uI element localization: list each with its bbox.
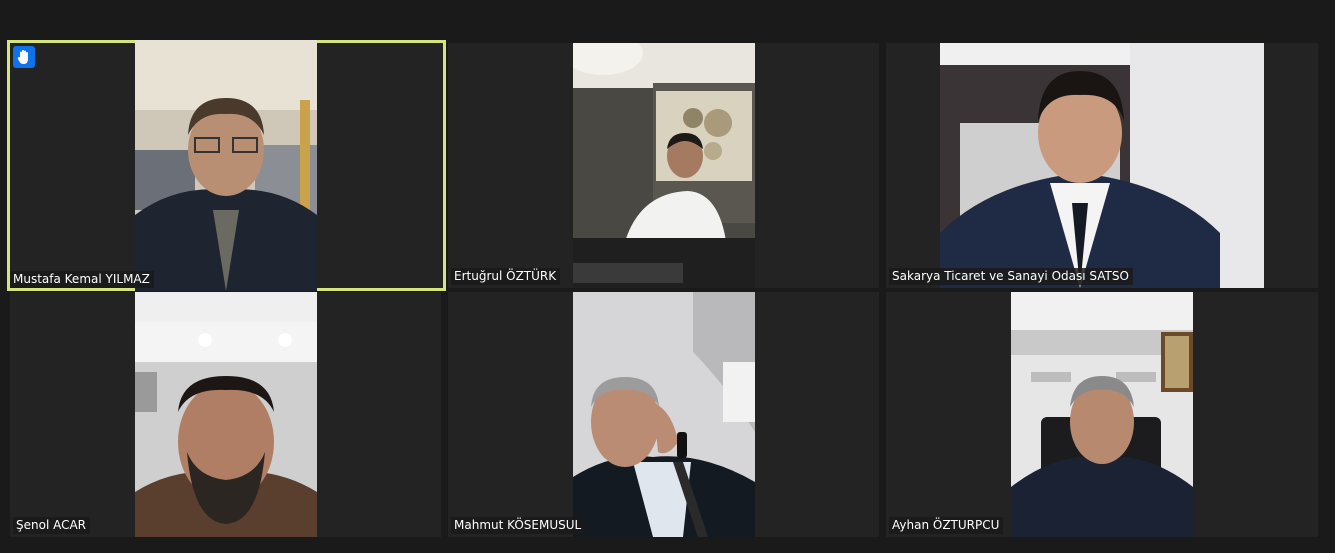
participant-tile-ayhan-ozturpcu[interactable]: Ayhan ÖZTURPCU <box>886 292 1318 537</box>
participant-tile-mustafa-kemal-yilmaz[interactable]: Mustafa Kemal YILMAZ <box>7 40 446 291</box>
participant-video <box>135 40 317 291</box>
video-gallery: Mustafa Kemal YILMAZ Ertuğrul ÖZTÜRK Sak… <box>0 0 1335 553</box>
participant-video <box>940 43 1264 288</box>
participant-name-label: Mahmut KÖSEMUSUL <box>451 517 586 534</box>
participant-tile-satso[interactable]: Sakarya Ticaret ve Sanayi Odası SATSO <box>886 43 1318 288</box>
participant-video <box>573 43 755 288</box>
participant-tile-ertugrul-ozturk[interactable]: Ertuğrul ÖZTÜRK <box>448 43 879 288</box>
participant-tile-senol-acar[interactable]: Şenol ACAR <box>10 292 441 537</box>
participant-name-label: Ayhan ÖZTURPCU <box>889 517 1004 534</box>
participant-name-label: Sakarya Ticaret ve Sanayi Odası SATSO <box>889 268 1133 285</box>
participant-video <box>135 292 317 537</box>
participant-name-label: Şenol ACAR <box>13 517 91 534</box>
participant-name-label: Ertuğrul ÖZTÜRK <box>451 268 561 285</box>
participant-video <box>1011 292 1193 537</box>
participant-tile-mahmut-kosemusul[interactable]: Mahmut KÖSEMUSUL <box>448 292 879 537</box>
raise-hand-icon <box>13 46 35 68</box>
participant-name-label: Mustafa Kemal YILMAZ <box>10 271 154 288</box>
participant-video <box>573 292 755 537</box>
